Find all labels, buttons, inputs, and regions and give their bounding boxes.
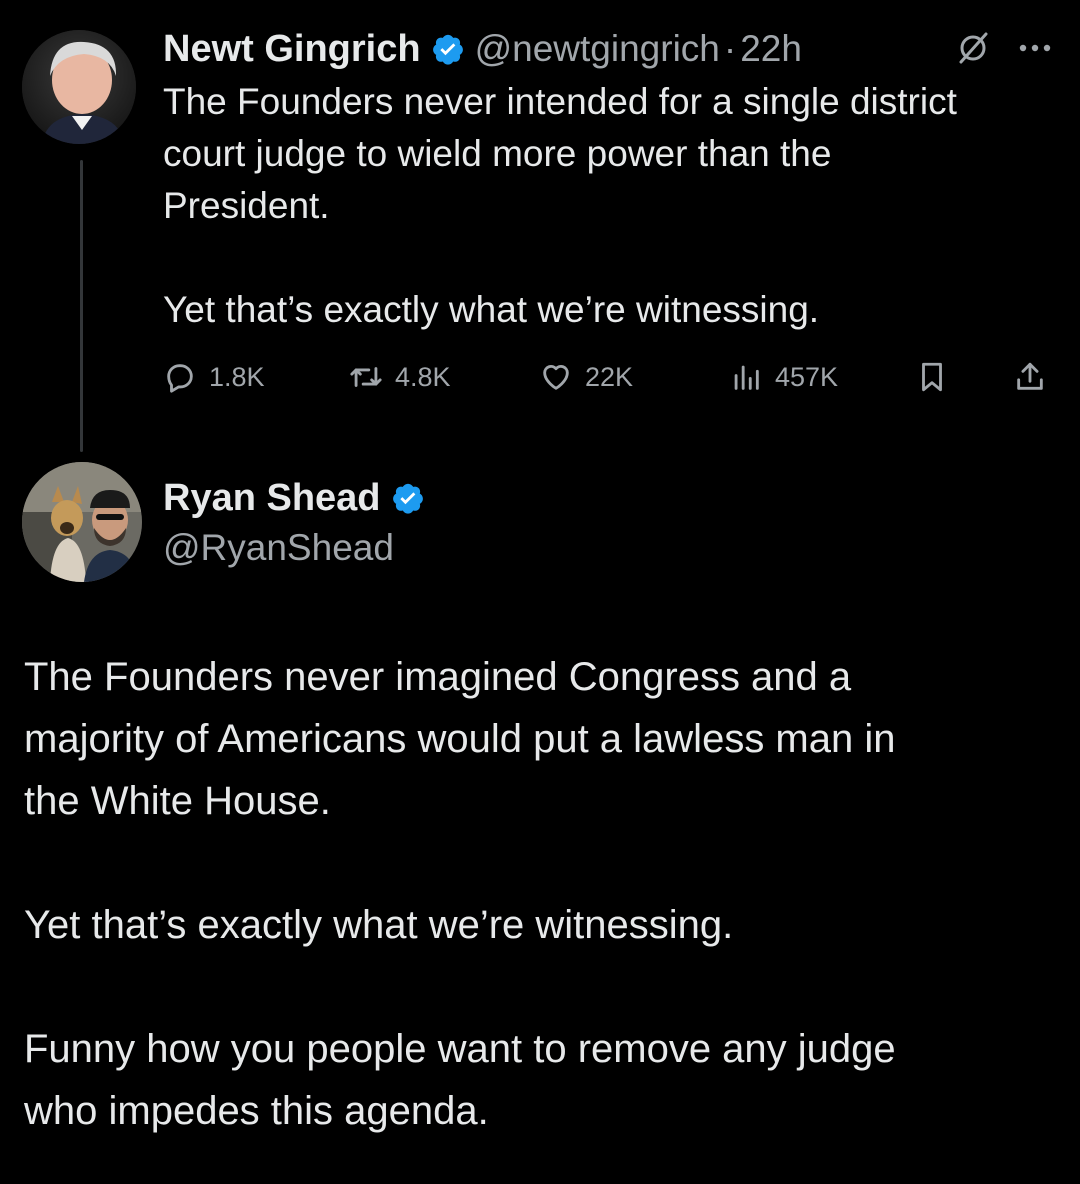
- tweet2-text: The Founders never imagined Congress and…: [24, 646, 1054, 1142]
- tweet2-line: who impedes this agenda.: [24, 1089, 489, 1133]
- retweet-count: 4.8K: [395, 361, 451, 392]
- reply-icon: [167, 364, 193, 393]
- retweet-icon: [350, 367, 382, 387]
- avatar-ryan-shead[interactable]: [22, 462, 142, 582]
- bookmark-button[interactable]: [915, 354, 961, 400]
- tweet1-line: President.: [163, 185, 330, 226]
- share-button[interactable]: [1013, 354, 1059, 400]
- tweet1-action-bar: 1.8K 4.8K 22K 457K: [163, 354, 1063, 400]
- tweet1-text: The Founders never intended for a single…: [163, 76, 1063, 336]
- tweet1-author-name[interactable]: Newt Gingrich: [163, 28, 421, 71]
- like-count: 22K: [585, 361, 634, 392]
- tweet2-header: Ryan Shead: [163, 473, 435, 523]
- retweet-button[interactable]: 4.8K: [349, 354, 451, 400]
- verified-badge-icon: [432, 34, 463, 65]
- tweet2-handle[interactable]: @RyanShead: [163, 523, 394, 573]
- tweet1-header: Newt Gingrich @newtgingrich · 22h: [163, 24, 802, 74]
- tweet2-line: Yet that’s exactly what we’re witnessing…: [24, 903, 734, 947]
- tweet1-line: court judge to wield more power than the: [163, 133, 832, 174]
- tweet2-line: majority of Americans would put a lawles…: [24, 717, 896, 761]
- grok-icon[interactable]: [955, 30, 991, 66]
- tweet1-time[interactable]: 22h: [740, 28, 802, 70]
- views-icon: [734, 365, 759, 390]
- views-button[interactable]: 457K: [729, 354, 838, 400]
- heart-icon: [543, 365, 569, 390]
- thread-line: [80, 160, 83, 452]
- more-icon[interactable]: [1015, 30, 1055, 66]
- bookmark-icon: [922, 362, 942, 392]
- tweet2-line: the White House.: [24, 779, 331, 823]
- verified-badge-icon: [392, 483, 423, 514]
- views-count: 457K: [775, 361, 839, 392]
- tweet2-line: Funny how you people want to remove any …: [24, 1027, 896, 1071]
- tweet2-author-name[interactable]: Ryan Shead: [163, 477, 381, 520]
- tweet1-handle[interactable]: @newtgingrich: [475, 28, 720, 70]
- separator-dot: ·: [723, 28, 737, 69]
- reply-count: 1.8K: [209, 361, 265, 392]
- like-button[interactable]: 22K: [539, 354, 633, 400]
- tweet1-line: The Founders never intended for a single…: [163, 81, 957, 122]
- tweet2-line: The Founders never imagined Congress and…: [24, 655, 852, 699]
- reply-button[interactable]: 1.8K: [163, 354, 265, 400]
- tweet1-line: Yet that’s exactly what we’re witnessing…: [163, 289, 820, 330]
- avatar-newt-gingrich[interactable]: [22, 30, 136, 144]
- share-icon: [1017, 362, 1043, 390]
